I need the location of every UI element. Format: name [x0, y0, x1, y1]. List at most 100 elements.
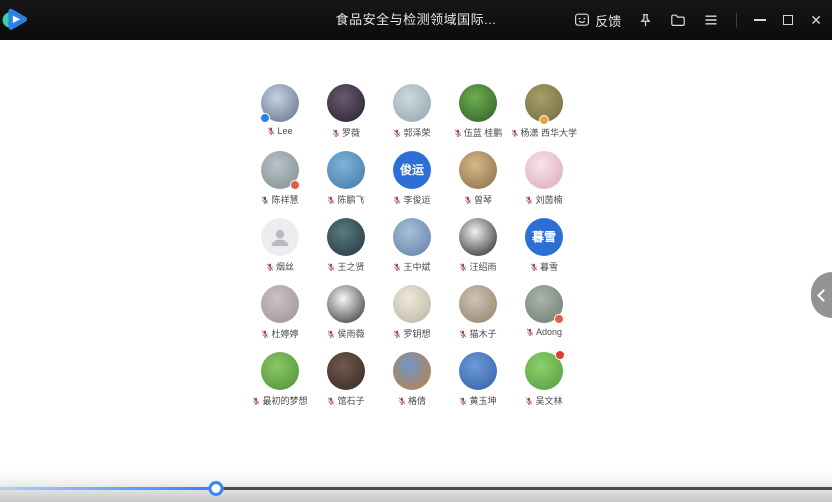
participant-label: 李俊运 — [393, 193, 431, 206]
close-button[interactable]: ✕ — [810, 13, 822, 27]
participant-name: 暮雪 — [539, 262, 558, 272]
participant-name: 黄玉坤 — [469, 396, 497, 406]
participant-label: 陈鹏飞 — [327, 193, 365, 206]
participant-label: 最初的梦想 — [252, 394, 308, 407]
menu-button[interactable] — [703, 12, 719, 28]
muted-mic-icon — [328, 263, 335, 271]
muted-mic-icon — [526, 397, 533, 405]
participant[interactable]: 暮雪 暮雪 — [511, 218, 577, 285]
participant[interactable]: 馆石子 — [313, 352, 379, 419]
participant-label: 格倩 — [398, 394, 426, 407]
participant[interactable]: 黄玉坤 — [445, 352, 511, 419]
muted-mic-icon — [398, 397, 406, 405]
avatar — [327, 285, 365, 323]
avatar — [327, 218, 365, 256]
participant[interactable]: 侯雨薇 — [313, 285, 379, 352]
participant[interactable]: 猫木子 — [445, 285, 511, 352]
participant[interactable]: 杜婷婷 — [247, 285, 313, 352]
app-window: 食品安全与检测领域国际... 反馈 ✕ Lee 罗薇 郭泽荣 伍蓝 桂鹏 杨潇 … — [0, 0, 832, 502]
seek-progress — [0, 487, 217, 490]
participant[interactable]: 王之贤 — [313, 218, 379, 285]
muted-mic-icon — [464, 196, 472, 204]
feedback-label: 反馈 — [595, 13, 622, 29]
participant[interactable]: 陈鹏飞 — [313, 151, 379, 218]
status-badge — [554, 314, 564, 324]
participant-name: 杨潇 西华大学 — [520, 128, 577, 138]
feedback-button[interactable]: 反馈 — [574, 11, 621, 30]
participant[interactable]: 陈祥慧 — [247, 151, 313, 218]
avatar — [261, 285, 299, 323]
muted-mic-icon — [394, 263, 401, 271]
participant[interactable]: 汪绍雨 — [445, 218, 511, 285]
avatar — [261, 352, 299, 390]
participant-name: 陈鹏飞 — [337, 195, 365, 205]
status-badge — [555, 350, 565, 360]
participant[interactable]: Lee — [247, 84, 313, 151]
avatar — [261, 151, 300, 190]
participant[interactable]: Adong — [511, 285, 577, 352]
participant-name: 汪绍雨 — [469, 262, 497, 272]
participant-name: 吴文林 — [535, 396, 563, 406]
participant-name: 罗钥想 — [403, 329, 431, 339]
participant-label: 暮雪 — [530, 260, 558, 273]
participant[interactable]: 杨潇 西华大学 — [511, 84, 577, 151]
participant[interactable]: 吴文林 — [511, 350, 577, 419]
participant-label: 伍蓝 桂鹏 — [454, 126, 503, 139]
participant-name: 罗薇 — [341, 128, 360, 138]
avatar: 俊运 — [393, 151, 431, 189]
participant-label: 杨潇 西华大学 — [511, 126, 577, 139]
folder-button[interactable] — [670, 12, 686, 28]
participant-name: 侯雨薇 — [337, 329, 365, 339]
participant[interactable]: 郭泽荣 — [379, 84, 445, 151]
avatar — [459, 352, 497, 390]
participant-label: 烟丝 — [266, 260, 294, 273]
participant[interactable]: 刘茵楠 — [511, 151, 577, 218]
seek-bar[interactable] — [0, 481, 832, 496]
participant[interactable]: 俊运 李俊运 — [379, 151, 445, 218]
participant-name: 伍蓝 桂鹏 — [463, 128, 503, 138]
participant[interactable]: 烟丝 — [247, 218, 313, 285]
titlebar: 食品安全与检测领域国际... 反馈 ✕ — [0, 0, 832, 40]
status-badge — [539, 115, 549, 125]
avatar — [459, 151, 497, 189]
participant[interactable]: 罗钥想 — [379, 285, 445, 352]
titlebar-controls: 反馈 ✕ — [574, 0, 822, 40]
muted-mic-icon — [526, 196, 533, 204]
seek-handle[interactable] — [208, 481, 224, 496]
participant-label: 罗钥想 — [393, 327, 431, 340]
minimize-button[interactable] — [754, 19, 767, 21]
avatar — [393, 218, 431, 256]
player-bar — [0, 470, 832, 502]
muted-mic-icon — [454, 129, 461, 137]
default-person-icon — [271, 229, 289, 246]
participant-label: Lee — [267, 126, 293, 136]
participant-name: 杜婷婷 — [271, 329, 299, 339]
participant-name: 王之贤 — [337, 262, 365, 272]
participant[interactable]: 最初的梦想 — [247, 352, 313, 419]
avatar — [459, 218, 497, 256]
participant[interactable]: 王中斌 — [379, 218, 445, 285]
participant[interactable]: 格倩 — [379, 352, 445, 419]
maximize-button[interactable] — [783, 15, 794, 25]
participant-label: 猫木子 — [459, 327, 497, 340]
avatar — [525, 151, 563, 189]
participant-label: 刘茵楠 — [525, 193, 563, 206]
muted-mic-icon — [262, 330, 269, 338]
participant[interactable]: 曾琴 — [445, 151, 511, 218]
chevron-left-icon — [817, 288, 830, 302]
participant-name: 王中斌 — [403, 262, 431, 272]
muted-mic-icon — [526, 328, 534, 336]
pin-button[interactable] — [638, 13, 653, 28]
participant-name: 馆石子 — [337, 396, 365, 406]
participant-label: 馆石子 — [327, 394, 365, 407]
avatar — [393, 84, 431, 122]
participant[interactable]: 伍蓝 桂鹏 — [445, 84, 511, 151]
avatar-text: 俊运 — [399, 163, 424, 177]
participant-name: 郭泽荣 — [403, 128, 431, 138]
participant-name: 陈祥慧 — [271, 195, 299, 205]
participant[interactable]: 罗薇 — [313, 84, 379, 151]
muted-mic-icon — [394, 330, 401, 338]
participant-name: 猫木子 — [469, 329, 497, 339]
participant-label: Adong — [526, 327, 562, 337]
muted-mic-icon — [262, 196, 269, 204]
